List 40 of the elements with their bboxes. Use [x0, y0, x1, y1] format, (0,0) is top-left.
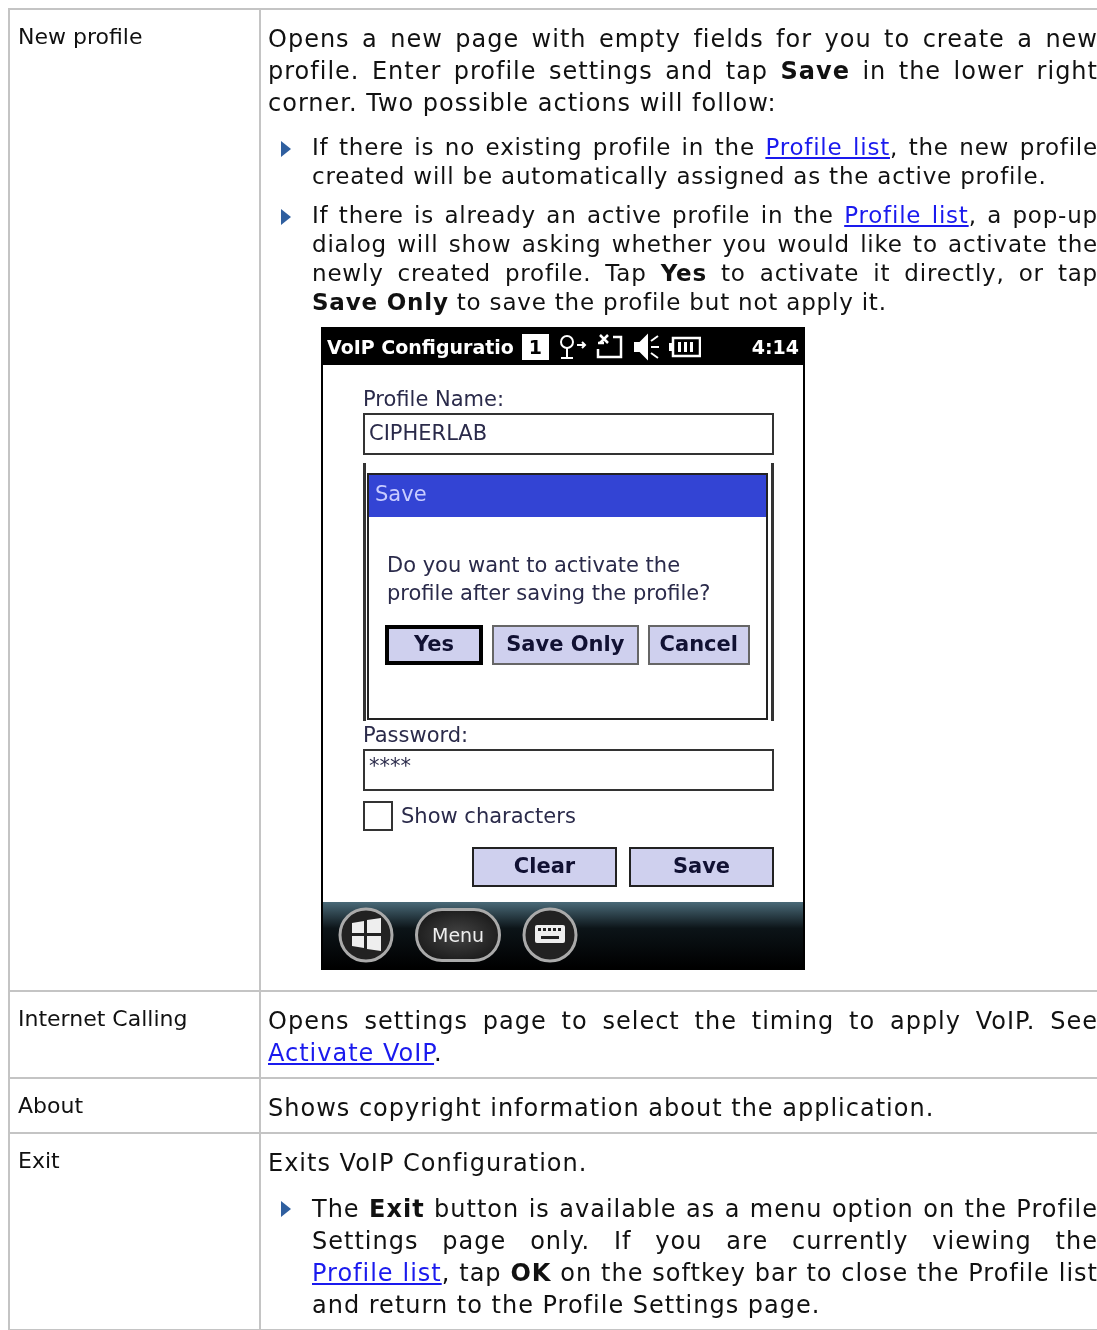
app-title: VoIP Configuratio	[327, 334, 514, 360]
bullet-icon	[280, 1200, 292, 1218]
field-label: Profile Name:	[363, 386, 505, 413]
field-label: Password:	[363, 722, 470, 749]
bullet-icon	[280, 140, 292, 158]
keyboard-icon	[521, 906, 580, 964]
speaker-icon	[632, 333, 661, 361]
dialog-button[interactable]: Save Only	[492, 625, 639, 665]
bullet-icon	[280, 208, 292, 226]
link[interactable]: Profile list	[765, 134, 890, 160]
dialog-title: Save	[369, 475, 766, 517]
checkbox-label: Show characters	[401, 803, 576, 830]
link[interactable]: Profile list	[312, 1259, 442, 1287]
bullet-text: If there is already an active profile in the Profile list, a pop-up dialog will show asking whether you would like to activate the newly created profile. Tap Yes to activate it directly, or tap Save Only to save the profile but not apply it.	[312, 201, 1097, 317]
message-icon	[594, 333, 625, 361]
password-field[interactable]: ****	[363, 749, 774, 791]
bullet-text: If there is no existing profile in the Profile list, the new profile created will be automatically assigned as the active profile.	[312, 133, 1097, 191]
clock: 4:14	[751, 334, 799, 360]
menu-item-name: Internet Calling	[18, 1005, 189, 1033]
form-button[interactable]: Save	[629, 847, 774, 887]
form-button[interactable]: Clear	[472, 847, 617, 887]
menu-item-name: New profile	[18, 23, 144, 51]
menu-item-name: Exit	[18, 1147, 61, 1175]
menu-button[interactable]: Menu	[415, 908, 502, 962]
description-text: Opens a new page with empty fields for you to create a new profile. Enter profile settings and tap Save in the lower right corner. Two possible actions will follow:	[268, 24, 1097, 119]
notification-badge: 1	[521, 334, 549, 360]
link[interactable]: Activate VoIP	[268, 1039, 435, 1067]
dialog-message: Do you want to activate the profile after saving the profile?	[386, 552, 712, 607]
bullet-text: The Exit button is available as a menu option on the Profile Settings page only. If you are currently viewing the Profile list, tap OK on the softkey bar to close the Profile list and return to the Profile Settings page.	[312, 1194, 1097, 1321]
menu-item-name: About	[18, 1092, 85, 1120]
input-field[interactable]: CIPHERLAB	[363, 413, 774, 455]
checkbox[interactable]	[363, 801, 393, 831]
dialog-button[interactable]: Cancel	[647, 625, 750, 665]
start-button-icon	[337, 906, 395, 964]
battery-icon	[668, 335, 701, 359]
description-text: Exits VoIP Configuration.	[268, 1148, 589, 1179]
link[interactable]: Profile list	[844, 202, 969, 228]
description-text: Shows copyright information about the application.	[268, 1093, 936, 1124]
dialog-button[interactable]: Yes	[385, 625, 484, 665]
description-text: Opens settings page to select the timing to apply VoIP. See Activate VoIP.	[268, 1006, 1097, 1069]
